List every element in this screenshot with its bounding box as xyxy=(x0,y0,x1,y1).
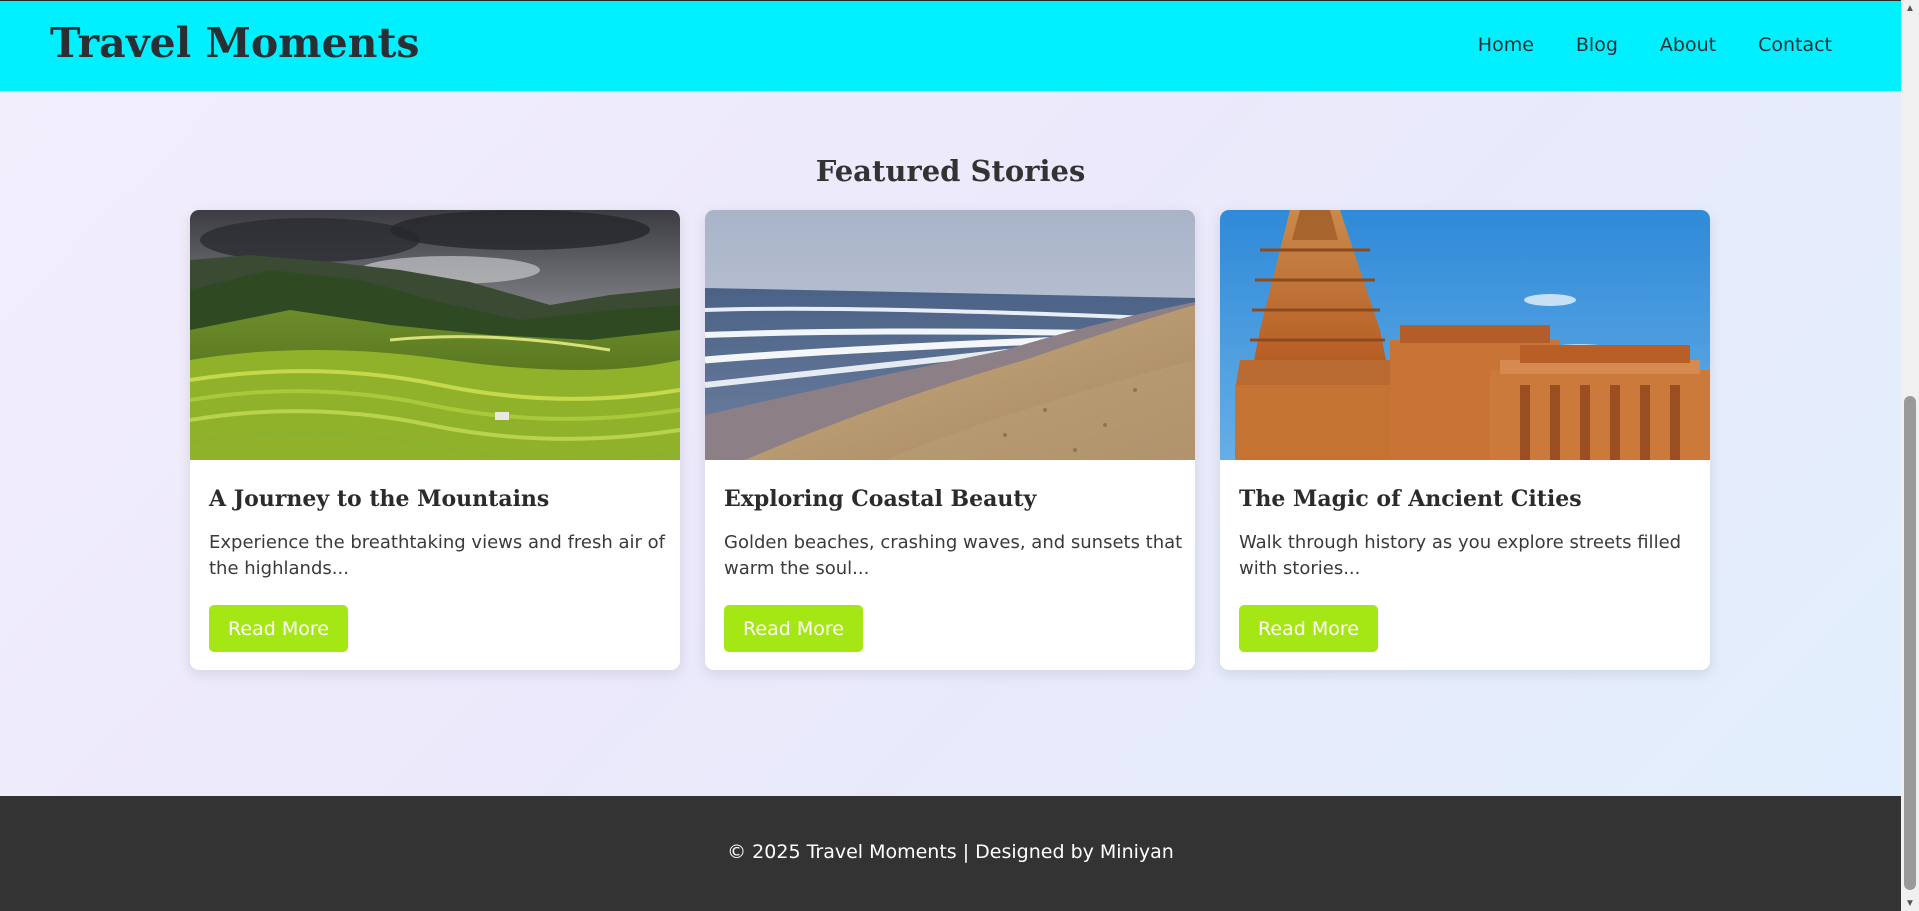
card-body: The Magic of Ancient Cities Walk through… xyxy=(1220,486,1710,582)
story-card: Exploring Coastal Beauty Golden beaches,… xyxy=(705,210,1195,670)
footer: © 2025 Travel Moments | Designed by Mini… xyxy=(0,796,1901,911)
scrollbar-thumb[interactable] xyxy=(1904,396,1916,890)
read-more-button[interactable]: Read More xyxy=(209,605,348,652)
section-title: Featured Stories xyxy=(815,154,1086,189)
footer-copyright: © 2025 Travel Moments | Designed by Mini… xyxy=(727,841,1174,863)
page: Travel Moments Home Blog About Contact F… xyxy=(0,0,1901,911)
card-title[interactable]: The Magic of Ancient Cities xyxy=(1239,486,1691,512)
card-excerpt: Golden beaches, crashing waves, and suns… xyxy=(724,532,1183,579)
card-body: A Journey to the Mountains Experience th… xyxy=(190,486,680,582)
site-logo[interactable]: Travel Moments xyxy=(50,20,419,66)
story-card: A Journey to the Mountains Experience th… xyxy=(190,210,680,670)
nav-menu: Home Blog About Contact xyxy=(1478,34,1832,56)
mountain-rice-terraces-image[interactable] xyxy=(190,210,680,460)
nav-contact-link[interactable]: Contact xyxy=(1758,34,1832,56)
story-card: The Magic of Ancient Cities Walk through… xyxy=(1220,210,1710,670)
card-title[interactable]: A Journey to the Mountains xyxy=(209,486,661,512)
navbar: Travel Moments Home Blog About Contact xyxy=(0,0,1901,91)
card-excerpt: Experience the breathtaking views and fr… xyxy=(209,532,665,579)
nav-home-link[interactable]: Home xyxy=(1478,34,1534,56)
nav-blog-link[interactable]: Blog xyxy=(1576,34,1618,56)
vertical-scrollbar[interactable]: ▲ ▼ xyxy=(1901,0,1919,911)
nav-about-link[interactable]: About xyxy=(1660,34,1716,56)
scroll-down-arrow-icon[interactable]: ▼ xyxy=(1901,895,1919,911)
card-title[interactable]: Exploring Coastal Beauty xyxy=(724,486,1176,512)
ancient-temple-image[interactable] xyxy=(1220,210,1710,460)
read-more-button[interactable]: Read More xyxy=(724,605,863,652)
card-body: Exploring Coastal Beauty Golden beaches,… xyxy=(705,486,1195,582)
story-cards: A Journey to the Mountains Experience th… xyxy=(190,210,1710,670)
read-more-button[interactable]: Read More xyxy=(1239,605,1378,652)
beach-coastline-image[interactable] xyxy=(705,210,1195,460)
scroll-up-arrow-icon[interactable]: ▲ xyxy=(1901,0,1919,16)
card-excerpt: Walk through history as you explore stre… xyxy=(1239,532,1682,579)
